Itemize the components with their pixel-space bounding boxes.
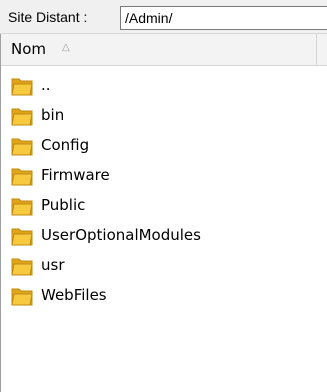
file-rows: .. bin Config Firmware Public UserOption… <box>1 72 327 312</box>
list-item-label: UserOptionalModules <box>41 226 201 244</box>
list-item-label: bin <box>41 106 65 124</box>
list-item-label: WebFiles <box>41 286 107 304</box>
column-header-name[interactable]: Nom △ <box>1 34 317 65</box>
list-item[interactable]: .. <box>1 72 327 102</box>
list-item[interactable]: Public <box>1 192 327 222</box>
remote-file-list: Nom △ .. bin Config Firmware Public User… <box>0 34 327 392</box>
column-header-name-label: Nom <box>11 40 47 58</box>
remote-path-input[interactable]: /Admin/ <box>120 6 327 30</box>
folder-icon <box>11 78 33 96</box>
list-item-label: Config <box>41 136 90 154</box>
list-item[interactable]: Config <box>1 132 327 162</box>
list-item-label: Firmware <box>41 166 110 184</box>
remote-site-path-bar: Site Distant : /Admin/ <box>0 0 327 34</box>
list-item[interactable]: usr <box>1 252 327 282</box>
folder-icon <box>11 108 33 126</box>
folder-icon <box>11 198 33 216</box>
list-item-label: Public <box>41 196 86 214</box>
list-item-label: .. <box>41 76 51 94</box>
list-item[interactable]: UserOptionalModules <box>1 222 327 252</box>
folder-icon <box>11 138 33 156</box>
remote-site-label: Site Distant : <box>8 9 88 25</box>
folder-icon <box>11 258 33 276</box>
folder-icon <box>11 288 33 306</box>
folder-icon <box>11 228 33 246</box>
list-item[interactable]: WebFiles <box>1 282 327 312</box>
list-item[interactable]: Firmware <box>1 162 327 192</box>
list-item-label: usr <box>41 256 65 274</box>
sort-ascending-icon: △ <box>62 42 70 53</box>
folder-icon <box>11 168 33 186</box>
column-header-bar: Nom △ <box>1 34 327 66</box>
list-item[interactable]: bin <box>1 102 327 132</box>
